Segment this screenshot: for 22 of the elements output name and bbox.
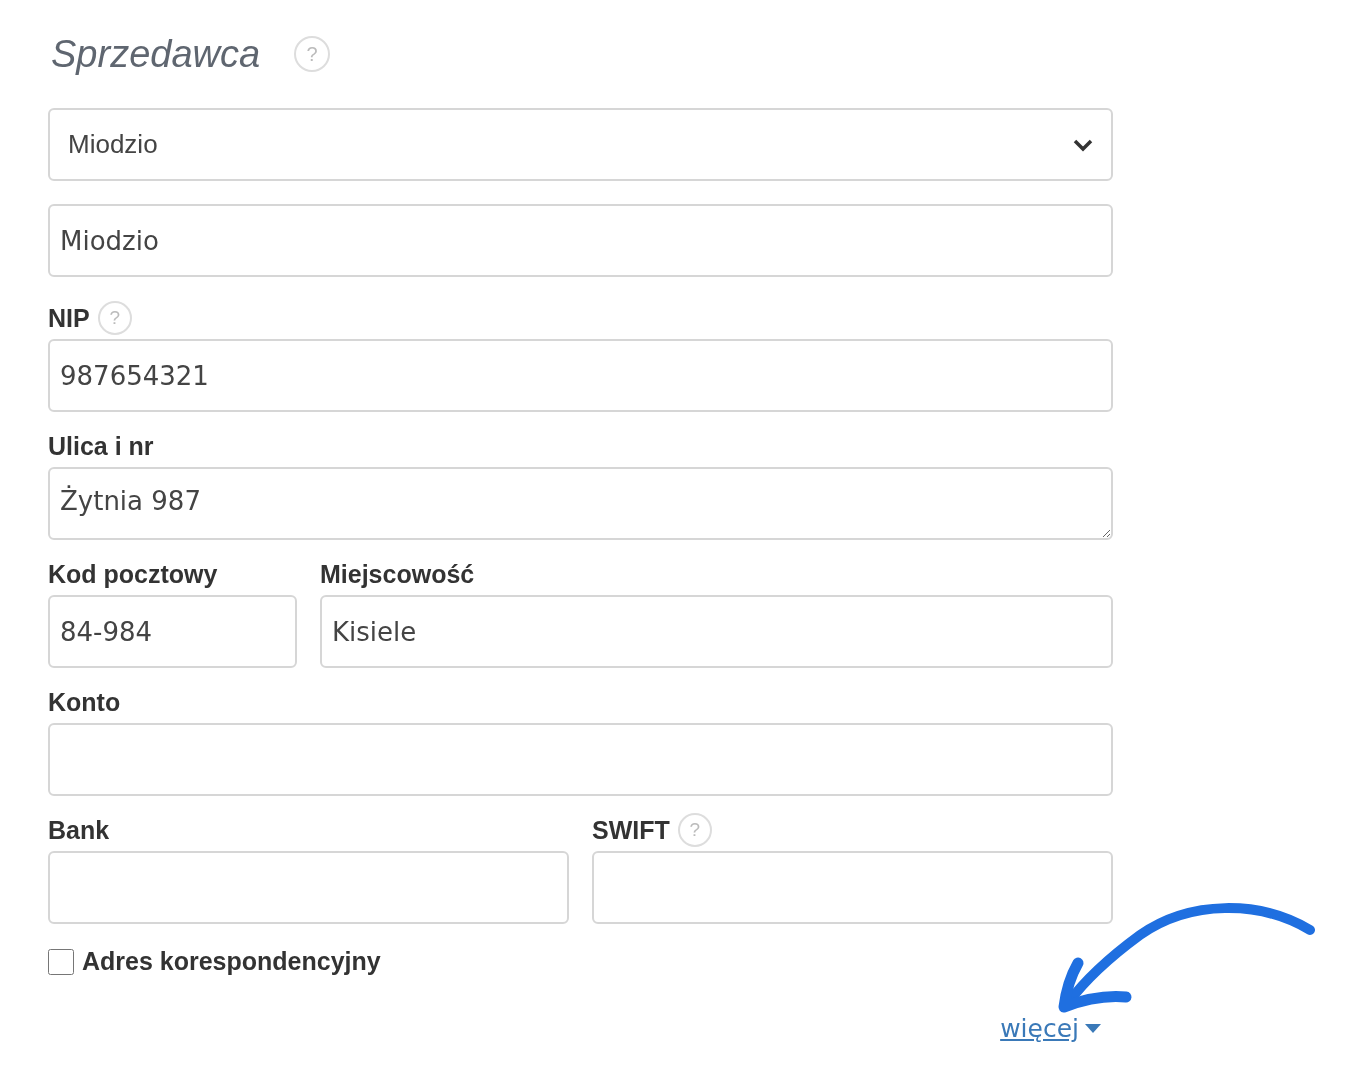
section-title: Sprzedawca — [51, 32, 261, 76]
field-label: SWIFT — [592, 815, 670, 845]
seller-select[interactable]: Miodzio — [48, 108, 1113, 181]
checkbox[interactable] — [48, 948, 74, 975]
input-field[interactable]: Kisiele — [320, 595, 1113, 668]
input-field[interactable] — [48, 723, 1113, 796]
caret-down-icon — [1085, 1024, 1101, 1033]
checkbox-label: Adres korespondencyjny — [82, 947, 381, 976]
address-field[interactable]: Żytnia 987 — [48, 467, 1113, 540]
input-field[interactable] — [592, 851, 1113, 924]
more-link[interactable]: więcej — [1000, 1014, 1101, 1043]
input-field[interactable]: 987654321 — [48, 339, 1113, 412]
chevron-down-icon — [1073, 137, 1093, 152]
field-label: Miejscowość — [320, 559, 475, 589]
field-label: Kod pocztowy — [48, 559, 218, 589]
field-label: Bank — [48, 815, 110, 845]
name-field[interactable]: Miodzio — [48, 204, 1113, 277]
field-label: NIP — [48, 303, 90, 333]
input-field[interactable] — [48, 851, 569, 924]
field-label: Konto — [48, 687, 121, 717]
field-label: Ulica i nr — [48, 431, 154, 461]
input-field[interactable]: 84-984 — [48, 595, 297, 668]
